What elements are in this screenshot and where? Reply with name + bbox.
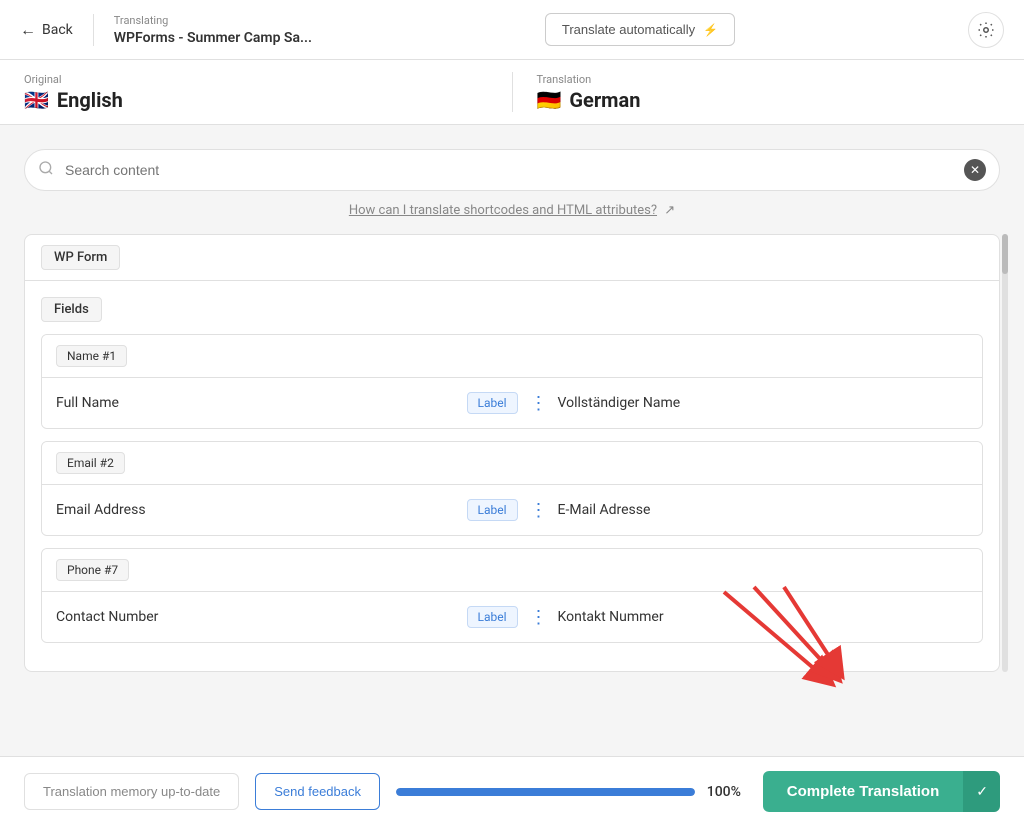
bottom-bar: Translation memory up-to-date Send feedb…: [0, 756, 1024, 826]
divider-dots-email: ⋮: [530, 500, 546, 521]
app-header: ← Back Translating WPForms - Summer Camp…: [0, 0, 1024, 60]
search-icon: [38, 160, 54, 180]
clear-search-button[interactable]: ✕: [964, 159, 986, 181]
field-group-phone: Phone #7 Contact Number Label ⋮ Kontakt …: [41, 548, 983, 643]
field-group-phone-badge: Phone #7: [56, 559, 129, 581]
original-flag: 🇬🇧: [24, 88, 49, 112]
field-group-email-badge: Email #2: [56, 452, 125, 474]
progress-percentage: 100%: [707, 784, 747, 800]
wp-form-card: WP Form Fields Name #1 Full Name Label ⋮…: [24, 234, 1000, 672]
chevron-icon: ✓: [976, 783, 988, 799]
field-row-email: Email Address Label ⋮ E-Mail Adresse: [42, 485, 982, 535]
field-group-name: Name #1 Full Name Label ⋮ Vollständiger …: [41, 334, 983, 429]
back-label: Back: [42, 22, 73, 38]
main-content: ✕ How can I translate shortcodes and HTM…: [0, 125, 1024, 753]
translation-name: German: [569, 88, 640, 112]
translating-info: Translating WPForms - Summer Camp Sa...: [93, 14, 312, 46]
original-label: Original: [24, 73, 488, 86]
field-group-email: Email #2 Email Address Label ⋮ E-Mail Ad…: [41, 441, 983, 536]
translation-lang-name: 🇩🇪 German: [537, 88, 1001, 112]
field-translation-phone: Kontakt Nummer: [558, 609, 969, 625]
original-language: Original 🇬🇧 English: [24, 73, 488, 112]
field-group-name-header: Name #1: [42, 335, 982, 378]
search-input[interactable]: [24, 149, 1000, 191]
field-row-phone: Contact Number Label ⋮ Kontakt Nummer: [42, 592, 982, 642]
card-title: WP Form: [41, 245, 120, 270]
field-group-name-badge: Name #1: [56, 345, 127, 367]
field-translation-email: E-Mail Adresse: [558, 502, 969, 518]
feedback-label: Send feedback: [274, 784, 361, 799]
help-link: How can I translate shortcodes and HTML …: [24, 203, 1000, 218]
close-icon: ✕: [970, 163, 980, 177]
lightning-icon: ⚡: [703, 23, 718, 37]
translation-label: Translation: [537, 73, 1001, 86]
field-group-email-header: Email #2: [42, 442, 982, 485]
back-button[interactable]: ← Back: [20, 20, 73, 40]
translate-auto-label: Translate automatically: [562, 22, 695, 37]
complete-translation-chevron[interactable]: ✓: [963, 771, 1000, 812]
complete-translation-button[interactable]: Complete Translation: [763, 771, 964, 812]
content-card-wrapper: WP Form Fields Name #1 Full Name Label ⋮…: [24, 234, 1000, 672]
progress-section: 100%: [396, 784, 747, 800]
translate-auto-button[interactable]: Translate automatically ⚡: [545, 13, 735, 46]
progress-bar-fill: [396, 788, 695, 796]
back-arrow-icon: ←: [20, 20, 36, 40]
divider-dots-phone: ⋮: [530, 607, 546, 628]
external-link-icon: ↗: [664, 203, 675, 218]
translating-label: Translating: [114, 14, 312, 27]
language-bar: Original 🇬🇧 English Translation 🇩🇪 Germa…: [0, 60, 1024, 125]
card-scrollbar-thumb: [1002, 234, 1008, 274]
settings-button[interactable]: [968, 12, 1004, 48]
header-left: ← Back Translating WPForms - Summer Camp…: [20, 14, 312, 46]
memory-status-label: Translation memory up-to-date: [43, 784, 220, 799]
field-original-phone: Contact Number: [56, 609, 467, 625]
field-group-phone-header: Phone #7: [42, 549, 982, 592]
original-lang-name: 🇬🇧 English: [24, 88, 488, 112]
complete-translation-label: Complete Translation: [787, 783, 940, 800]
feedback-button[interactable]: Send feedback: [255, 773, 380, 810]
field-original-email: Email Address: [56, 502, 467, 518]
divider-dots: ⋮: [530, 393, 546, 414]
gear-icon: [977, 21, 995, 39]
label-badge-email: Label: [467, 499, 518, 521]
translation-flag: 🇩🇪: [537, 88, 562, 112]
label-badge-phone: Label: [467, 606, 518, 628]
card-header: WP Form: [25, 235, 999, 281]
translation-language: Translation 🇩🇪 German: [537, 73, 1001, 112]
field-row-fullname: Full Name Label ⋮ Vollständiger Name: [42, 378, 982, 428]
card-scrollbar: [1002, 234, 1008, 672]
progress-bar: [396, 788, 695, 796]
translating-title: WPForms - Summer Camp Sa...: [114, 30, 312, 46]
fields-section: Fields Name #1 Full Name Label ⋮ Vollstä…: [25, 281, 999, 671]
field-original-fullname: Full Name: [56, 395, 467, 411]
search-container: ✕: [24, 149, 1000, 191]
original-name: English: [57, 88, 123, 112]
fields-section-badge: Fields: [41, 297, 102, 322]
memory-status-button[interactable]: Translation memory up-to-date: [24, 773, 239, 810]
shortcodes-help-link[interactable]: How can I translate shortcodes and HTML …: [349, 203, 657, 218]
label-badge-fullname: Label: [467, 392, 518, 414]
lang-divider: [512, 72, 513, 112]
field-translation-fullname: Vollständiger Name: [558, 395, 969, 411]
complete-button-group: Complete Translation ✓: [763, 771, 1000, 812]
